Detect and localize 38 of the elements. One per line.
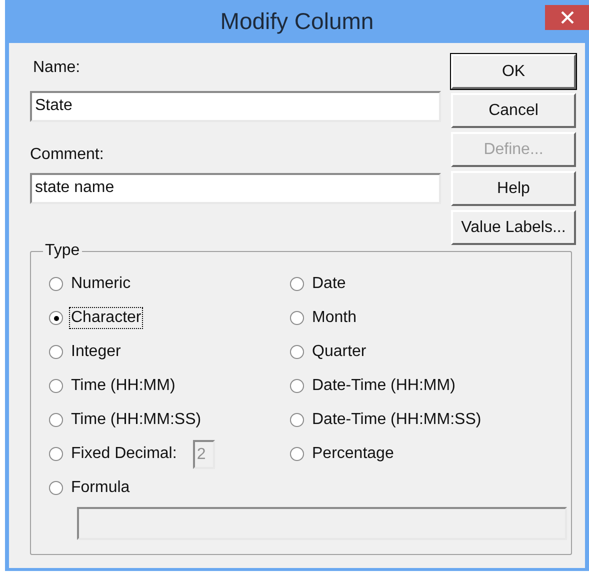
- comment-label: Comment:: [30, 145, 105, 165]
- radio-label[interactable]: Date-Time (HH:MM): [310, 375, 458, 397]
- radio-button[interactable]: [49, 345, 63, 359]
- radio-button[interactable]: [49, 311, 63, 325]
- radio-label[interactable]: Quarter: [310, 341, 368, 363]
- dialog-button[interactable]: OK: [451, 54, 576, 89]
- dialog-button[interactable]: Help: [451, 171, 576, 206]
- radio-button[interactable]: [290, 311, 304, 325]
- radio-label[interactable]: Fixed Decimal:: [69, 443, 179, 465]
- radio-label[interactable]: Time (HH:MM:SS): [69, 409, 204, 431]
- radio-label[interactable]: Time (HH:MM): [69, 375, 178, 397]
- group-title: Type: [43, 241, 82, 261]
- radio-button[interactable]: [290, 277, 304, 291]
- radio-button[interactable]: [49, 379, 63, 393]
- radio-button[interactable]: [290, 413, 304, 427]
- radio-label[interactable]: Percentage: [310, 443, 396, 465]
- radio-label[interactable]: Character: [69, 307, 144, 329]
- window-title: Modify Column: [220, 7, 374, 36]
- radio-label[interactable]: Numeric: [69, 273, 133, 295]
- radio-label[interactable]: Date-Time (HH:MM:SS): [310, 409, 484, 431]
- radio-button[interactable]: [290, 379, 304, 393]
- radio-button[interactable]: [49, 413, 63, 427]
- name-field[interactable]: State: [30, 91, 441, 122]
- comment-field[interactable]: state name: [30, 173, 441, 204]
- radio-button[interactable]: [49, 277, 63, 291]
- radio-label[interactable]: Month: [310, 307, 358, 329]
- radio-button[interactable]: [290, 447, 304, 461]
- radio-label[interactable]: Integer: [69, 341, 123, 363]
- name-label: Name:: [33, 58, 82, 78]
- radio-button[interactable]: [49, 447, 63, 461]
- close-icon: [560, 11, 574, 24]
- radio-button[interactable]: [49, 481, 63, 495]
- dialog-button[interactable]: Value Labels...: [451, 210, 576, 245]
- radio-button[interactable]: [290, 345, 304, 359]
- radio-label[interactable]: Date: [310, 273, 348, 295]
- dialog-button[interactable]: Cancel: [451, 93, 576, 128]
- radio-label[interactable]: Formula: [69, 477, 132, 499]
- close-button[interactable]: [545, 5, 589, 30]
